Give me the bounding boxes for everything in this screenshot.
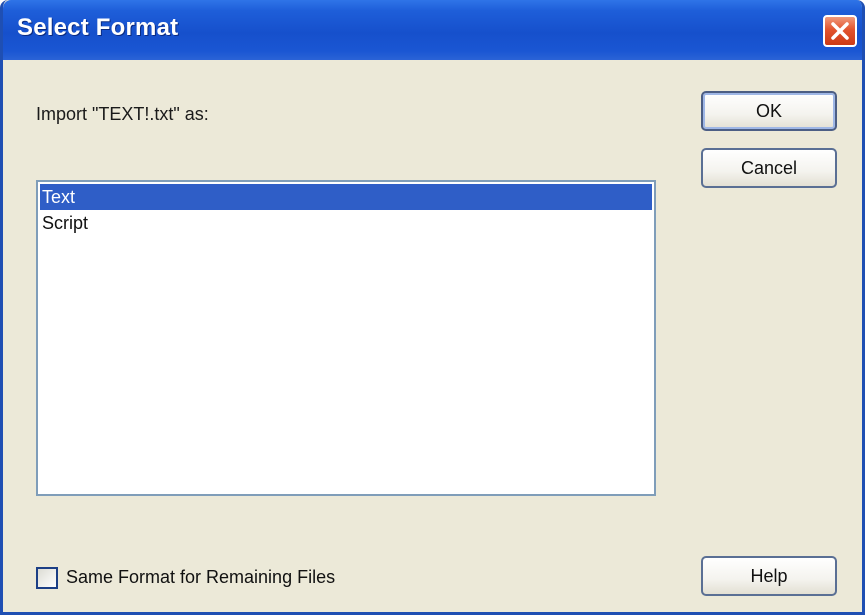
title-bar[interactable]: Select Format [3,0,862,60]
same-format-label[interactable]: Same Format for Remaining Files [66,567,335,588]
select-format-dialog: Select Format Import "TEXT!.txt" as: Tex… [0,0,865,615]
help-button[interactable]: Help [701,556,837,596]
close-button[interactable] [823,15,857,47]
list-item-script[interactable]: Script [38,210,654,236]
window-title: Select Format [17,14,179,41]
cancel-button[interactable]: Cancel [701,148,837,188]
same-format-checkbox[interactable] [36,567,58,589]
list-item-text[interactable]: Text [40,184,652,210]
close-icon [831,22,849,40]
format-listbox[interactable]: Text Script [36,180,656,496]
ok-button[interactable]: OK [701,91,837,131]
import-prompt-label: Import "TEXT!.txt" as: [36,104,209,124]
